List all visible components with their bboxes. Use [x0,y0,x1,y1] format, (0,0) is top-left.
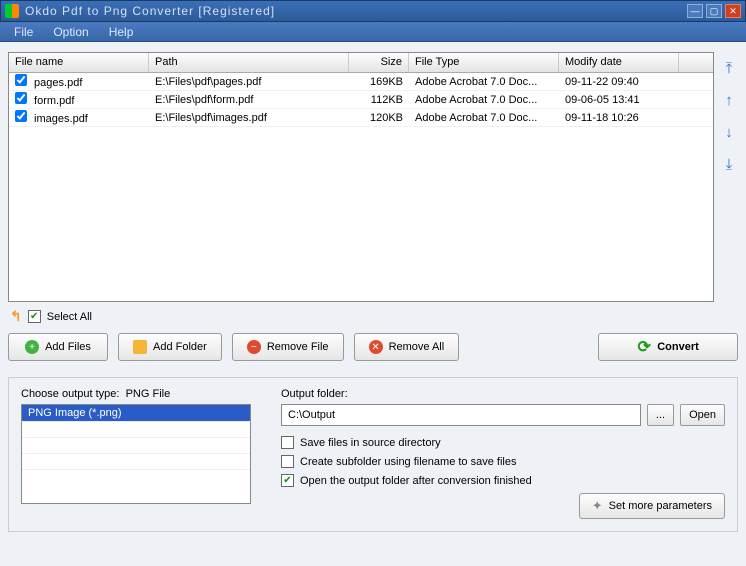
move-top-button[interactable]: ⤒ [720,60,738,78]
convert-button[interactable]: ⟳ Convert [598,333,738,361]
output-folder-label: Output folder: [281,388,725,400]
maximize-button[interactable]: ▢ [706,4,722,18]
menu-help[interactable]: Help [99,23,144,41]
table-row[interactable]: images.pdfE:\Files\pdf\images.pdf120KBAd… [9,109,713,127]
folder-icon [133,340,147,354]
row-checkbox[interactable] [15,92,27,104]
file-table[interactable]: File name Path Size File Type Modify dat… [8,52,714,302]
menu-bar: File Option Help [0,22,746,42]
open-after-label: Open the output folder after conversion … [300,475,532,487]
create-subfolder-checkbox[interactable] [281,455,294,468]
window-title: Okdo Pdf to Png Converter [Registered] [25,4,684,18]
menu-option[interactable]: Option [43,23,98,41]
header-modifydate[interactable]: Modify date [559,53,679,72]
current-type: PNG File [126,388,171,400]
browse-button[interactable]: ... [647,404,674,426]
minus-icon: − [247,340,261,354]
output-type-item[interactable]: PNG Image (*.png) [22,405,250,421]
header-size[interactable]: Size [349,53,409,72]
app-logo-icon [5,4,19,18]
choose-type-label: Choose output type: [21,388,119,400]
select-all-checkbox[interactable]: ✔ [28,310,41,323]
title-bar: Okdo Pdf to Png Converter [Registered] —… [0,0,746,22]
output-type-list[interactable]: PNG Image (*.png) [21,404,251,504]
remove-file-button[interactable]: − Remove File [232,333,344,361]
plus-icon: + [25,340,39,354]
save-in-source-label: Save files in source directory [300,437,441,449]
convert-icon: ⟳ [637,340,651,354]
save-in-source-checkbox[interactable] [281,436,294,449]
table-row[interactable]: form.pdfE:\Files\pdf\form.pdf112KBAdobe … [9,91,713,109]
move-up-button[interactable]: ↑ [720,92,738,110]
create-subfolder-label: Create subfolder using filename to save … [300,456,516,468]
reorder-buttons: ⤒ ↑ ↓ ⤓ [720,52,738,302]
select-all-label: Select All [47,311,92,323]
set-more-parameters-button[interactable]: ✦ Set more parameters [579,493,725,519]
move-down-button[interactable]: ↓ [720,124,738,142]
header-filetype[interactable]: File Type [409,53,559,72]
output-folder-input[interactable] [281,404,641,426]
add-files-button[interactable]: + Add Files [8,333,108,361]
menu-file[interactable]: File [4,23,43,41]
up-level-icon[interactable]: ↰ [10,308,22,325]
x-icon: ✕ [369,340,383,354]
add-folder-button[interactable]: Add Folder [118,333,222,361]
output-panel: Choose output type: PNG File PNG Image (… [8,377,738,532]
open-after-checkbox[interactable]: ✔ [281,474,294,487]
minimize-button[interactable]: — [687,4,703,18]
row-checkbox[interactable] [15,110,27,122]
header-path[interactable]: Path [149,53,349,72]
row-checkbox[interactable] [15,74,27,86]
open-button[interactable]: Open [680,404,725,426]
table-header[interactable]: File name Path Size File Type Modify dat… [9,53,713,73]
table-row[interactable]: pages.pdfE:\Files\pdf\pages.pdf169KBAdob… [9,73,713,91]
close-button[interactable]: ✕ [725,4,741,18]
content-area: File name Path Size File Type Modify dat… [0,42,746,566]
header-filename[interactable]: File name [9,53,149,72]
move-bottom-button[interactable]: ⤓ [720,156,738,174]
remove-all-button[interactable]: ✕ Remove All [354,333,460,361]
gear-icon: ✦ [592,498,603,514]
